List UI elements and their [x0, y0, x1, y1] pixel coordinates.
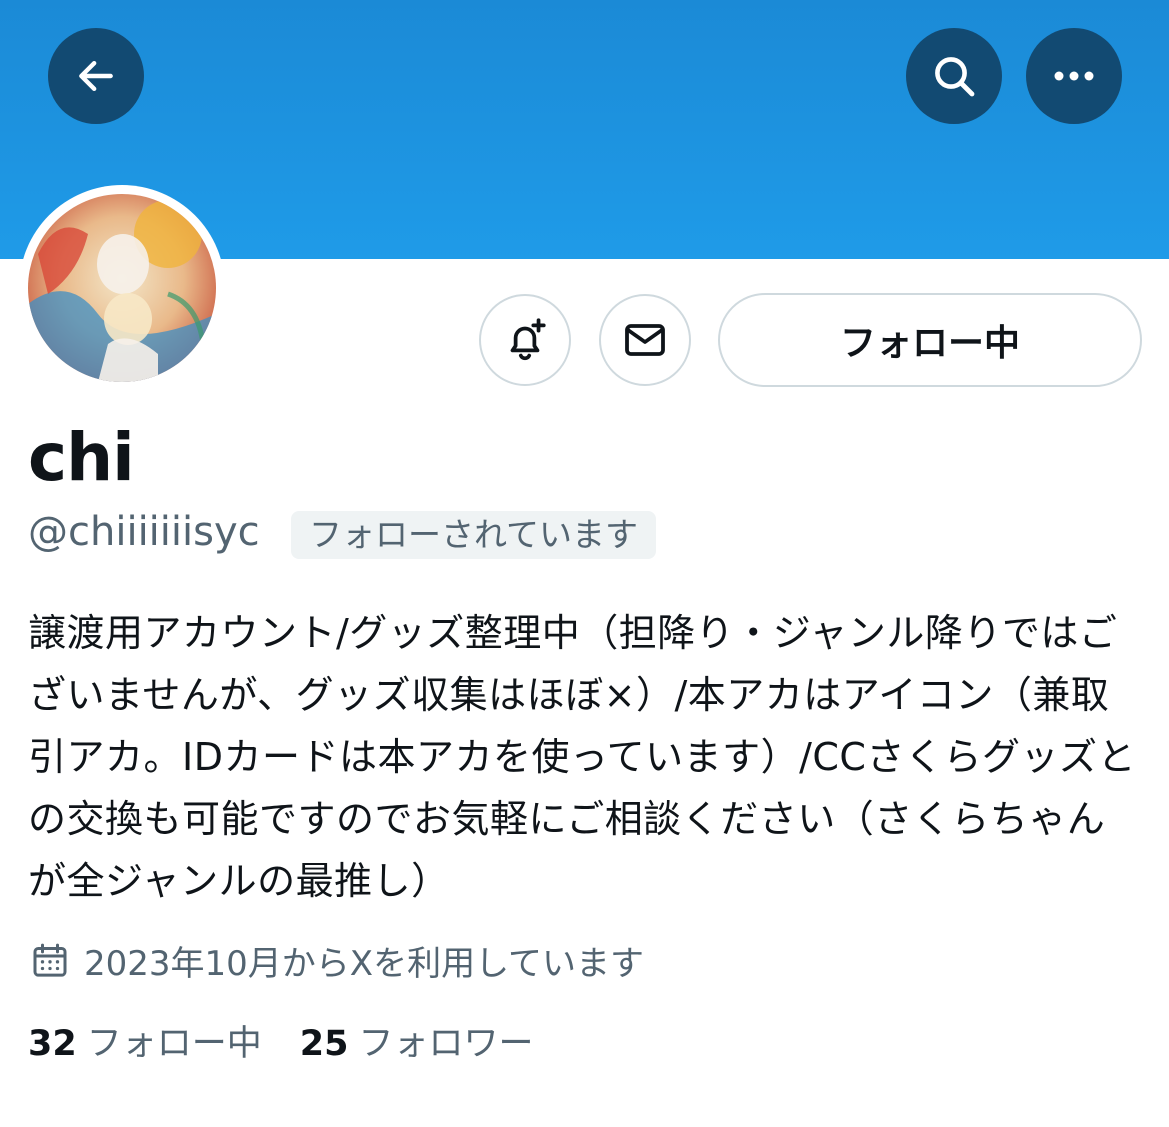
search-button[interactable]	[906, 28, 1002, 124]
follows-you-badge: フォローされています	[291, 511, 657, 559]
follow-stats: 32 フォロー中 25 フォロワー	[28, 1020, 571, 1068]
display-name: chi	[28, 419, 135, 496]
message-button[interactable]	[599, 294, 691, 386]
followers-label: フォロワー	[358, 1024, 534, 1064]
arrow-left-icon	[79, 60, 113, 92]
envelope-icon	[625, 324, 665, 356]
profile-page: フォロー中 chi @chiiiiiiisyc フォローされています 譲渡用アカ…	[0, 0, 1169, 1127]
following-link[interactable]: 32 フォロー中	[28, 1020, 262, 1068]
following-label: フォロー中	[86, 1024, 262, 1064]
more-horizontal-icon	[1054, 71, 1094, 81]
profile-bio: 譲渡用アカウント/グッズ整理中（担降り・ジャンル降りではございませんが、グッズ収…	[28, 611, 1136, 903]
bell-plus-icon	[510, 318, 546, 361]
back-button[interactable]	[48, 28, 144, 124]
notification-button[interactable]	[479, 294, 571, 386]
user-handle: @chiiiiiiisyc	[28, 509, 260, 555]
more-button[interactable]	[1026, 28, 1122, 124]
followers-link[interactable]: 25 フォロワー	[300, 1020, 534, 1068]
avatar-frame	[19, 185, 225, 391]
following-button[interactable]: フォロー中	[718, 293, 1142, 387]
calendar-icon	[33, 943, 67, 977]
avatar[interactable]	[28, 194, 216, 382]
join-date-text: 2023年10月からXを利用しています	[84, 944, 645, 984]
following-count: 32	[28, 1024, 77, 1064]
followers-count: 25	[299, 1024, 349, 1064]
join-date: 2023年10月からXを利用しています	[30, 936, 644, 985]
search-icon	[935, 57, 975, 97]
